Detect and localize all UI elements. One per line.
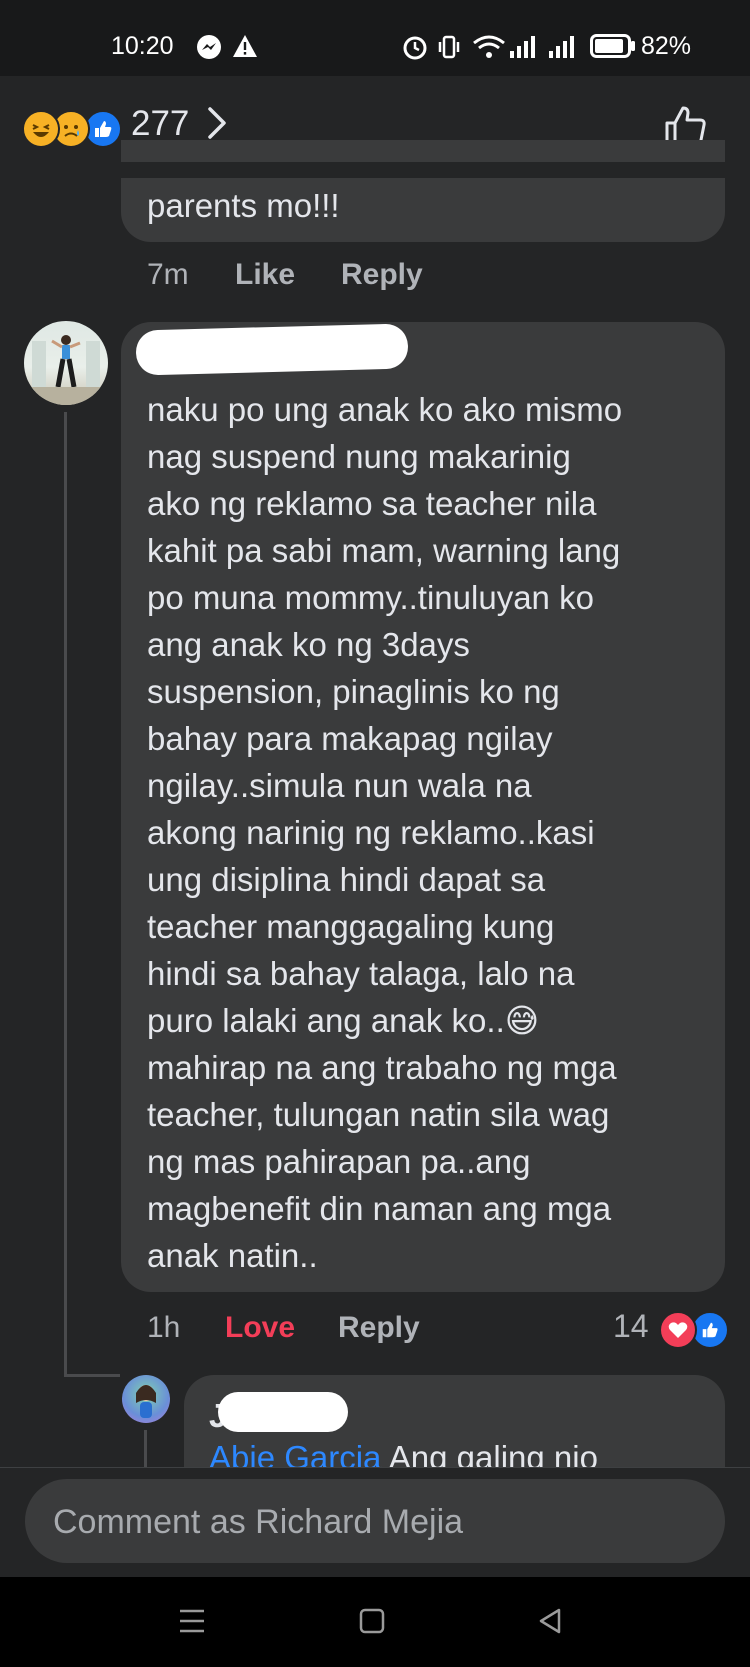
comment-line: ang anak ko ng 3days <box>147 626 470 663</box>
comment-line: bahay para makapag ngilay <box>147 720 553 757</box>
wifi-icon <box>472 34 506 66</box>
signal-icon-2 <box>547 34 577 66</box>
thread-line-reply <box>144 1430 147 1470</box>
comment-line: ngilay..simula nun wala na <box>147 767 532 804</box>
comment-line: anak natin.. <box>147 1237 318 1274</box>
comment-line: naku po ung anak ko ako mismo <box>147 391 623 428</box>
menu-icon[interactable] <box>172 1603 212 1639</box>
comment-line: po muna mommy..tinuluyan ko <box>147 579 594 616</box>
comment-time: 7m <box>147 258 189 291</box>
laughing-emoji-icon <box>22 110 60 148</box>
alarm-icon <box>402 34 428 66</box>
comment-line: ako ng reklamo sa teacher nila <box>147 485 597 522</box>
messenger-icon <box>196 34 222 66</box>
status-bar: 10:20 82% <box>0 0 750 76</box>
like-link[interactable]: Like <box>235 258 295 292</box>
signal-icon <box>508 34 538 66</box>
vibrate-icon <box>437 34 461 66</box>
comment-line: suspension, pinaglinis ko ng <box>147 673 560 710</box>
reply-link[interactable]: Reply <box>338 1311 420 1345</box>
comment-line: puro lalaki ang anak ko..😅 <box>147 1002 540 1039</box>
comment-line: akong narinig ng reklamo..kasi <box>147 814 595 851</box>
redacted-reply-name <box>218 1392 348 1432</box>
comment-time: 1h <box>147 1311 181 1344</box>
thread-line <box>64 412 67 1377</box>
comment-line: ng mas pahirapan pa..ang <box>147 1143 531 1180</box>
comment-line: teacher manggagaling kung <box>147 908 555 945</box>
love-reaction-icon <box>659 1311 697 1349</box>
comment-line: magbenefit din naman ang mga <box>147 1190 612 1227</box>
reply-link[interactable]: Reply <box>341 258 423 292</box>
comment-line: hindi sa bahay talaga, lalo na <box>147 955 575 992</box>
reaction-count[interactable]: 14 <box>613 1308 649 1345</box>
status-time: 10:20 <box>111 32 174 60</box>
comment-line: teacher, tulungan natin sila wag <box>147 1096 610 1133</box>
comment-line: ung disiplina hindi dapat sa <box>147 861 546 898</box>
love-link[interactable]: Love <box>225 1311 295 1345</box>
comment-line: mahirap na ang trabaho ng mga <box>147 1049 617 1086</box>
back-icon[interactable] <box>530 1603 570 1639</box>
comment-input-box[interactable] <box>25 1479 725 1565</box>
battery-percent: 82% <box>641 32 692 60</box>
home-icon[interactable] <box>352 1603 392 1639</box>
comment-line: nag suspend nung makarinig <box>147 438 571 475</box>
battery-icon <box>590 34 636 64</box>
redacted-name <box>135 323 409 376</box>
main-comment-text: naku po ung anak ko ako mismo nag suspen… <box>147 386 717 1279</box>
reply-avatar[interactable] <box>122 1375 170 1423</box>
warning-icon <box>232 34 258 64</box>
comment-line: kahit pa sabi mam, warning lang <box>147 532 621 569</box>
thread-connector <box>64 1374 120 1377</box>
comment-input[interactable] <box>51 1479 695 1565</box>
previous-comment-text: parents mo!!! <box>147 187 340 224</box>
commenter-avatar[interactable] <box>24 321 108 405</box>
